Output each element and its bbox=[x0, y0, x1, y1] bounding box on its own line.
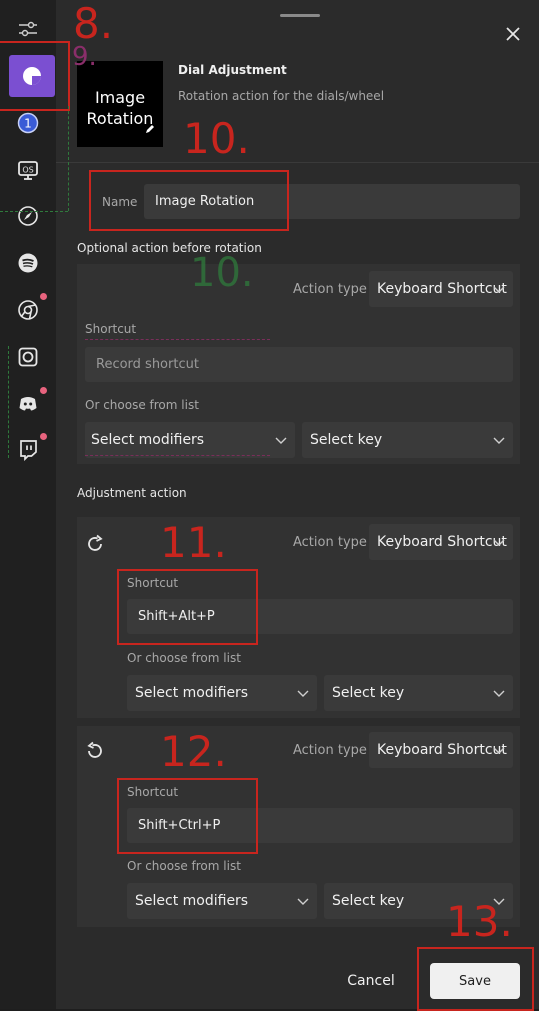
counterclockwise-action-type-select[interactable]: Keyboard Shortcut bbox=[369, 732, 513, 768]
key-value: Select key bbox=[332, 893, 405, 909]
annotation-number-10: 10. bbox=[183, 114, 250, 163]
notification-badge bbox=[40, 387, 47, 394]
guide-line bbox=[8, 346, 9, 458]
sidebar: 1 OS bbox=[0, 0, 56, 1009]
edit-pencil-icon[interactable] bbox=[145, 118, 155, 139]
modifiers-value: Select modifiers bbox=[91, 432, 205, 448]
annotation-box-10 bbox=[89, 170, 289, 231]
chevron-down-icon bbox=[493, 539, 505, 546]
modifiers-value: Select modifiers bbox=[135, 685, 249, 701]
annotation-box-11 bbox=[117, 569, 258, 645]
annotation-number-10-green: 10. bbox=[190, 250, 254, 296]
action-type-value: Keyboard Shortcut bbox=[377, 534, 507, 550]
annotation-box-12 bbox=[117, 778, 258, 854]
guide-line bbox=[68, 106, 69, 211]
annotation-number-11: 11. bbox=[160, 518, 227, 567]
svg-text:OS: OS bbox=[22, 166, 33, 175]
rotate-clockwise-icon bbox=[85, 534, 105, 558]
clockwise-modifiers-select[interactable]: Select modifiers bbox=[127, 675, 317, 711]
chevron-down-icon bbox=[493, 437, 505, 444]
chevron-down-icon bbox=[297, 898, 309, 905]
chevron-down-icon bbox=[297, 690, 309, 697]
guide-line bbox=[85, 455, 270, 456]
annotation-number-8: 8. bbox=[73, 0, 114, 48]
page-title: Dial Adjustment bbox=[178, 63, 287, 77]
close-icon[interactable] bbox=[503, 24, 523, 44]
action-type-label: Action type bbox=[293, 535, 367, 550]
choose-from-list-label: Or choose from list bbox=[85, 398, 199, 412]
svg-text:1: 1 bbox=[24, 117, 32, 131]
obs-icon[interactable]: OS bbox=[9, 151, 47, 189]
notification-badge bbox=[40, 433, 47, 440]
choose-from-list-label: Or choose from list bbox=[127, 859, 241, 873]
annotation-box-8 bbox=[0, 41, 70, 111]
key-value: Select key bbox=[310, 432, 383, 448]
action-type-value: Keyboard Shortcut bbox=[377, 281, 507, 297]
compass-icon[interactable] bbox=[9, 197, 47, 235]
action-type-value: Keyboard Shortcut bbox=[377, 742, 507, 758]
chevron-down-icon bbox=[275, 437, 287, 444]
spotify-icon[interactable] bbox=[9, 244, 47, 282]
clockwise-key-select[interactable]: Select key bbox=[324, 675, 513, 711]
notification-badge bbox=[40, 293, 47, 300]
action-thumbnail[interactable]: Image Rotation bbox=[77, 61, 163, 147]
adjustment-section-heading: Adjustment action bbox=[77, 486, 187, 500]
annotation-number-13: 13. bbox=[446, 897, 513, 946]
action-type-select[interactable]: Keyboard Shortcut bbox=[369, 271, 513, 307]
record-icon[interactable] bbox=[9, 338, 47, 376]
record-shortcut-input[interactable]: Record shortcut bbox=[85, 347, 513, 382]
chevron-down-icon bbox=[493, 286, 505, 293]
guide-line bbox=[0, 211, 68, 212]
annotation-number-12: 12. bbox=[160, 727, 227, 776]
shortcut-label: Shortcut bbox=[85, 322, 137, 336]
annotation-box-13 bbox=[417, 947, 534, 1011]
action-type-label: Action type bbox=[293, 743, 367, 758]
action-type-label: Action type bbox=[293, 282, 367, 297]
key-select[interactable]: Select key bbox=[302, 422, 513, 458]
key-value: Select key bbox=[332, 685, 405, 701]
guide-line bbox=[85, 339, 270, 340]
modifiers-value: Select modifiers bbox=[135, 893, 249, 909]
page-subtitle: Rotation action for the dials/wheel bbox=[178, 89, 385, 103]
clockwise-action-type-select[interactable]: Keyboard Shortcut bbox=[369, 524, 513, 560]
chevron-down-icon bbox=[493, 690, 505, 697]
chevron-down-icon bbox=[493, 747, 505, 754]
modifiers-select[interactable]: Select modifiers bbox=[85, 422, 295, 458]
cancel-button[interactable]: Cancel bbox=[342, 968, 400, 994]
drag-handle[interactable] bbox=[280, 14, 320, 17]
annotation-number-9: 9. bbox=[72, 42, 97, 72]
header-divider bbox=[56, 162, 539, 163]
choose-from-list-label: Or choose from list bbox=[127, 651, 241, 665]
counterclockwise-modifiers-select[interactable]: Select modifiers bbox=[127, 883, 317, 919]
rotate-counterclockwise-icon bbox=[85, 741, 105, 765]
